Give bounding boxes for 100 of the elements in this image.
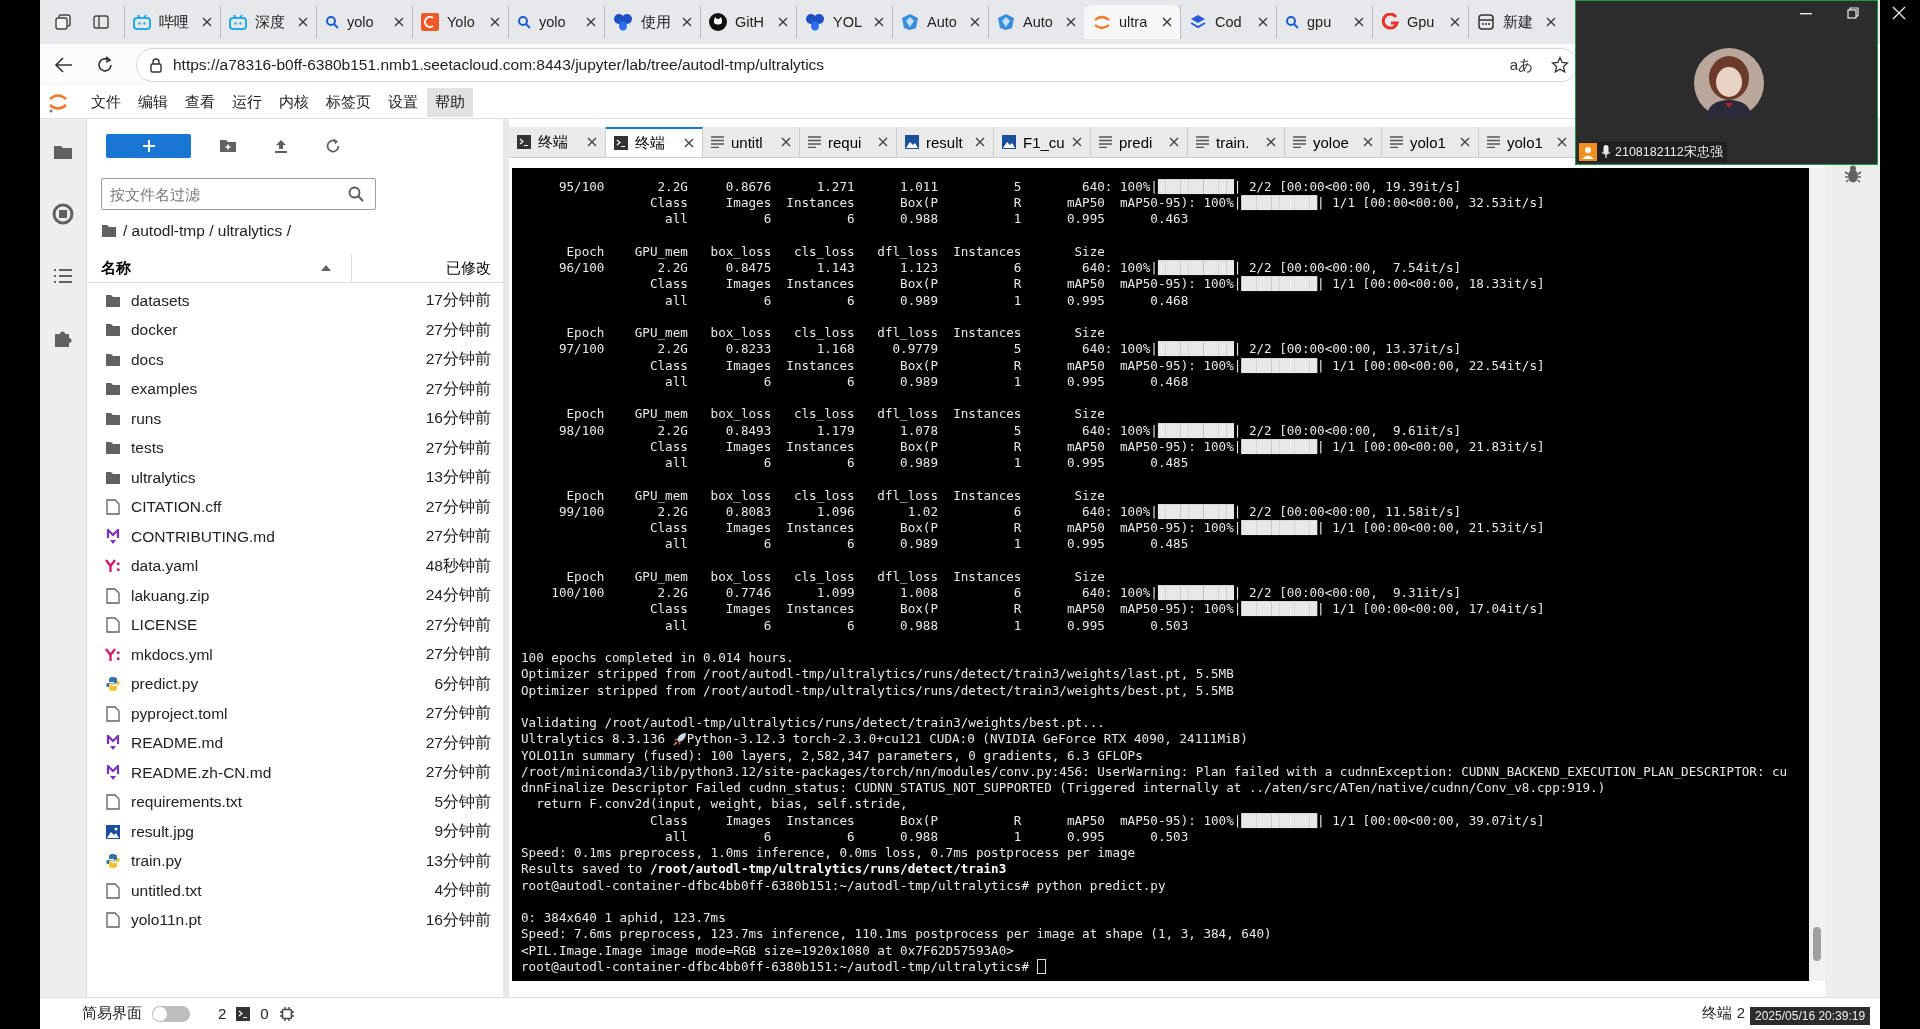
- folder-icon: [105, 411, 121, 426]
- close-icon[interactable]: [394, 17, 404, 27]
- new-folder-icon[interactable]: [219, 138, 237, 154]
- close-icon[interactable]: [682, 17, 692, 27]
- restore-icon[interactable]: [1847, 7, 1859, 19]
- close-icon[interactable]: [587, 137, 597, 147]
- minimize-icon[interactable]: [1800, 13, 1812, 15]
- menu-item[interactable]: 标签页: [318, 87, 379, 117]
- browser-tab[interactable]: YOL: [796, 5, 892, 39]
- tab-actions-icon[interactable]: [92, 13, 110, 31]
- file-item[interactable]: tests 27分钟前: [87, 433, 503, 463]
- scrollbar-thumb[interactable]: [1813, 927, 1821, 961]
- close-icon[interactable]: [1072, 137, 1082, 147]
- close-icon[interactable]: [1354, 17, 1364, 27]
- close-icon[interactable]: [490, 17, 500, 27]
- terminal-panel[interactable]: [512, 168, 1809, 981]
- file-item[interactable]: result.jpg 9分钟前: [87, 817, 503, 847]
- file-item[interactable]: mkdocs.yml 27分钟前: [87, 640, 503, 670]
- browser-tab[interactable]: 使用: [604, 5, 700, 39]
- close-icon[interactable]: [586, 17, 596, 27]
- file-item[interactable]: train.py 13分钟前: [87, 846, 503, 876]
- close-icon[interactable]: [975, 137, 985, 147]
- menu-item[interactable]: 编辑: [130, 87, 176, 117]
- close-icon[interactable]: [1460, 137, 1470, 147]
- file-item[interactable]: README.zh-CN.md 27分钟前: [87, 758, 503, 788]
- column-header[interactable]: 已修改: [352, 254, 503, 282]
- close-icon[interactable]: [970, 17, 980, 27]
- close-icon[interactable]: [1266, 137, 1276, 147]
- browser-tab[interactable]: Auto: [988, 5, 1084, 39]
- back-icon[interactable]: [54, 56, 74, 74]
- browser-tab[interactable]: GitH: [700, 5, 796, 39]
- browser-tab[interactable]: Gpu: [1372, 5, 1468, 39]
- close-icon[interactable]: [1546, 17, 1556, 27]
- new-launcher-button[interactable]: [106, 134, 191, 158]
- menu-item[interactable]: 帮助: [427, 87, 473, 117]
- menu-item[interactable]: 查看: [177, 87, 223, 117]
- file-item[interactable]: examples 27分钟前: [87, 374, 503, 404]
- browser-tab[interactable]: gpu: [1276, 5, 1372, 39]
- file-item[interactable]: data.yaml 48秒钟前: [87, 551, 503, 581]
- close-icon[interactable]: [684, 138, 694, 148]
- browser-tab[interactable]: Cod: [1180, 5, 1276, 39]
- close-icon[interactable]: [1557, 137, 1567, 147]
- simple-mode-toggle[interactable]: [152, 1005, 190, 1022]
- upload-icon[interactable]: [273, 138, 289, 154]
- terminal-line: 97/100 2.2G 0.8233 1.168 0.9779 5 640: 100%|██████████| 2/2 [00:00<00:00, 13.37it/s]: [557, 341, 1462, 358]
- browser-tab[interactable]: Yolo: [412, 5, 508, 39]
- file-item[interactable]: ultralytics 13分钟前: [87, 463, 503, 493]
- file-item[interactable]: docker 27分钟前: [87, 315, 503, 345]
- close-icon[interactable]: [1363, 137, 1373, 147]
- browser-tab[interactable]: ultra: [1084, 5, 1180, 39]
- close-icon[interactable]: [298, 17, 308, 27]
- file-item[interactable]: predict.py 6分钟前: [87, 669, 503, 699]
- folder-icon[interactable]: [101, 224, 117, 238]
- file-item[interactable]: runs 16分钟前: [87, 404, 503, 434]
- refresh-icon[interactable]: [325, 138, 341, 154]
- close-icon[interactable]: [778, 17, 788, 27]
- breadcrumb-path[interactable]: / autodl-tmp / ultralytics /: [123, 222, 291, 240]
- star-icon[interactable]: [1551, 56, 1569, 74]
- filter-field[interactable]: 按文件名过滤: [101, 178, 376, 210]
- close-icon[interactable]: [1162, 17, 1172, 27]
- file-item[interactable]: CONTRIBUTING.md 27分钟前: [87, 522, 503, 552]
- close-icon[interactable]: [1066, 17, 1076, 27]
- file-item[interactable]: pyproject.toml 27分钟前: [87, 699, 503, 729]
- browser-tab[interactable]: yolo: [316, 5, 412, 39]
- close-icon[interactable]: [1258, 17, 1268, 27]
- file-item[interactable]: LICENSE 27分钟前: [87, 610, 503, 640]
- file-item[interactable]: yolo11n.pt 16分钟前: [87, 905, 503, 935]
- menu-item[interactable]: 运行: [224, 87, 270, 117]
- file-item[interactable]: untitled.txt 4分钟前: [87, 876, 503, 906]
- bug-icon[interactable]: [1843, 164, 1862, 184]
- file-item[interactable]: requirements.txt 5分钟前: [87, 787, 503, 817]
- address-field[interactable]: https://a78316-b0ff-6380b151.nmb1.seetacloud.com:8443/jupyter/lab/tree/autodl-tmp/ultralytics aあ: [136, 48, 1578, 82]
- file-item[interactable]: lakuang.zip 24分钟前: [87, 581, 503, 611]
- browser-tab[interactable]: Auto: [892, 5, 988, 39]
- browser-tab[interactable]: yolo: [508, 5, 604, 39]
- list-icon[interactable]: [53, 268, 73, 284]
- stop-icon[interactable]: [52, 203, 74, 225]
- close-icon[interactable]: [1169, 137, 1179, 147]
- close-icon[interactable]: [874, 17, 884, 27]
- close-icon[interactable]: [202, 17, 212, 27]
- menu-item[interactable]: 文件: [83, 87, 129, 117]
- browser-tab[interactable]: 新建: [1468, 5, 1564, 39]
- file-item[interactable]: datasets 17分钟前: [87, 286, 503, 316]
- close-icon[interactable]: [1450, 17, 1460, 27]
- file-item[interactable]: README.md 27分钟前: [87, 728, 503, 758]
- text-file-icon: [1196, 136, 1209, 148]
- file-item[interactable]: docs 27分钟前: [87, 345, 503, 375]
- close-icon[interactable]: [781, 137, 791, 147]
- menu-item[interactable]: 设置: [380, 87, 426, 117]
- column-header[interactable]: 名称: [87, 254, 352, 282]
- reload-icon[interactable]: [96, 56, 114, 74]
- workspaces-icon[interactable]: [54, 13, 72, 31]
- read-aloud-button[interactable]: aあ: [1509, 55, 1533, 75]
- file-item[interactable]: CITATION.cff 27分钟前: [87, 492, 503, 522]
- close-icon[interactable]: [878, 137, 888, 147]
- browser-tab[interactable]: 哔哩: [124, 5, 220, 39]
- document-tab[interactable]: 终端: [606, 127, 703, 157]
- browser-tab[interactable]: 深度: [220, 5, 316, 39]
- menu-item[interactable]: 内核: [271, 87, 317, 117]
- folder-icon[interactable]: [53, 144, 73, 160]
